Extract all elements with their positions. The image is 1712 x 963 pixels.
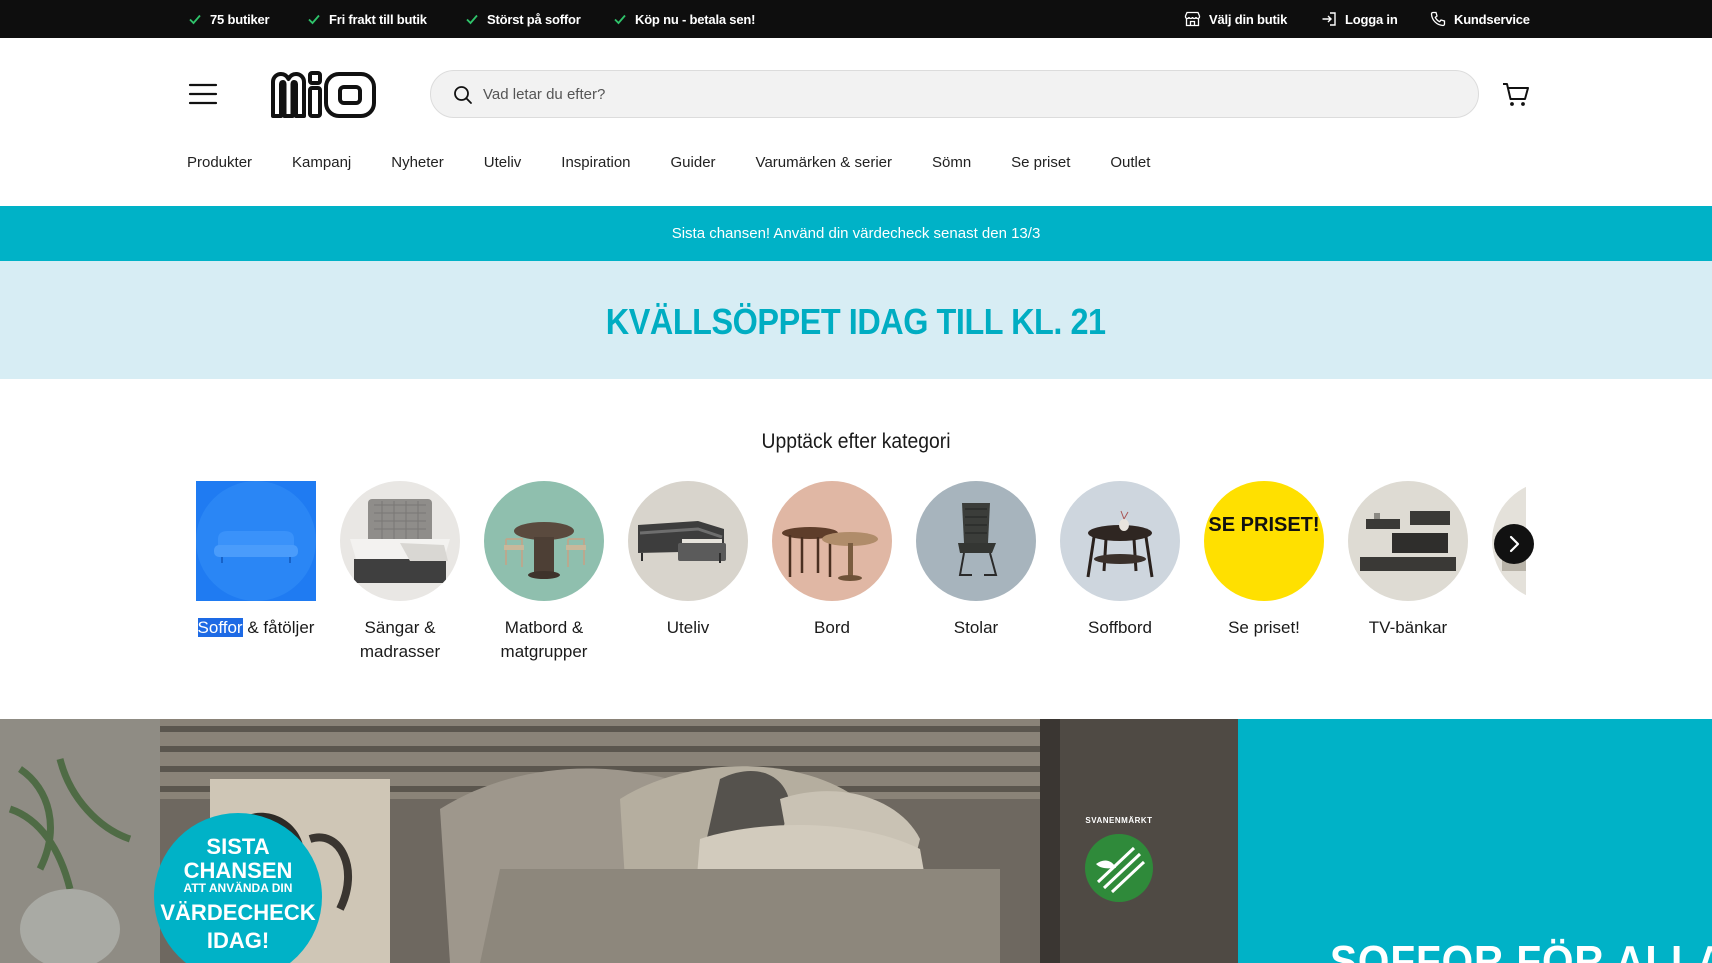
store-icon: [1184, 11, 1201, 27]
hamburger-menu-button[interactable]: [188, 80, 218, 108]
phone-icon: [1430, 11, 1446, 27]
usp-text: Köp nu - betala sen!: [635, 11, 756, 27]
category-carousel: Soffor & fåtöljer Sängar & madrasser Mat…: [194, 481, 1526, 671]
nav-item-somn[interactable]: Sömn: [932, 154, 971, 180]
cart-button[interactable]: [1500, 78, 1532, 110]
category-image: SE PRISET!: [1204, 481, 1324, 601]
category-label: Uteliv: [666, 618, 710, 637]
category-label: Soffor & fåtöljer: [194, 616, 318, 640]
category-label: Soffbord: [1088, 618, 1152, 637]
category-label: TV-bänkar: [1368, 618, 1448, 637]
category-image: [340, 481, 460, 601]
nav-item-guider[interactable]: Guider: [671, 154, 716, 180]
voucher-promo-bar[interactable]: Sista chansen! Använd din värdecheck sen…: [0, 206, 1712, 261]
svanen-eco-label: SVANENMÄRKT: [1082, 816, 1156, 904]
top-bar: 75 butiker Fri frakt till butik Störst p…: [0, 0, 1712, 38]
usp-pay-later: Köp nu - betala sen!: [613, 0, 755, 38]
hero-text-panel[interactable]: SOFFOR FÖR ALLA: [1238, 719, 1712, 963]
evening-opening-band[interactable]: KVÄLLSÖPPET IDAG TILL KL. 21: [0, 261, 1712, 379]
eco-label-icon: [1085, 834, 1153, 902]
customer-service-label: Kundservice: [1454, 11, 1530, 27]
menu-icon: [188, 83, 218, 105]
badge-line-3: VÄRDECHECK IDAG!: [160, 900, 316, 953]
check-icon: [308, 14, 320, 25]
check-icon: [466, 14, 478, 25]
outdoor-sofa-image: [628, 481, 748, 601]
category-label: Stolar: [953, 618, 999, 637]
category-image: [916, 481, 1036, 601]
chevron-right-icon: [1509, 535, 1520, 553]
chair-image: [916, 481, 1036, 601]
nav-item-produkter[interactable]: Produkter: [187, 154, 252, 180]
eco-label-text: SVANENMÄRKT: [1085, 816, 1153, 825]
cart-icon: [1503, 83, 1529, 106]
nav-item-outlet[interactable]: Outlet: [1110, 154, 1150, 180]
category-label: F: [1490, 616, 1526, 640]
choose-store-label: Välj din butik: [1209, 11, 1288, 27]
login-link[interactable]: Logga in: [1321, 0, 1398, 38]
category-image: [772, 481, 892, 601]
mio-logo-mark: [271, 71, 376, 118]
category-chairs[interactable]: Stolar: [914, 481, 1038, 640]
tv-bench-image: [1348, 481, 1468, 601]
selected-text: Soffor: [197, 618, 243, 637]
category-image: [1348, 481, 1468, 601]
category-tv-benches[interactable]: TV-bänkar: [1346, 481, 1470, 640]
category-beds[interactable]: Sängar & madrasser: [338, 481, 462, 664]
category-label: Bord: [814, 618, 850, 637]
nav-item-inspiration[interactable]: Inspiration: [561, 154, 630, 180]
category-tables[interactable]: Bord: [770, 481, 894, 640]
label-rest: & fåtöljer: [247, 618, 315, 637]
category-label: Sängar & madrasser: [359, 618, 441, 661]
category-image: [484, 481, 604, 601]
carousel-next-button[interactable]: [1494, 524, 1534, 564]
check-icon: [189, 14, 201, 25]
category-image: [628, 481, 748, 601]
customer-service-link[interactable]: Kundservice: [1430, 0, 1530, 38]
nav-item-kampanj[interactable]: Kampanj: [292, 154, 351, 180]
login-label: Logga in: [1345, 11, 1398, 27]
mio-logo[interactable]: [269, 68, 379, 120]
category-label: Se priset!: [1228, 618, 1300, 637]
choose-store-link[interactable]: Välj din butik: [1184, 0, 1287, 38]
category-sofas[interactable]: Soffor & fåtöljer: [194, 481, 318, 640]
nav-item-nyheter[interactable]: Nyheter: [391, 154, 444, 180]
sofa-image: [196, 481, 316, 601]
usp-sofas: Störst på soffor: [465, 0, 581, 38]
category-outdoor[interactable]: Uteliv: [626, 481, 750, 640]
voucher-promo-text: Sista chansen! Använd din värdecheck sen…: [671, 225, 1041, 242]
check-icon: [614, 14, 626, 25]
badge-line-1: SISTA CHANSEN: [183, 834, 293, 883]
table-image: [772, 481, 892, 601]
nav-item-se-priset[interactable]: Se priset: [1011, 154, 1070, 180]
usp-stores: 75 butiker: [188, 0, 270, 38]
main-nav: Produkter Kampanj Nyheter Uteliv Inspira…: [187, 154, 1190, 180]
bed-image: [340, 481, 460, 601]
search-input[interactable]: [483, 71, 1443, 117]
category-section-title: Upptäck efter kategori: [761, 430, 951, 453]
nav-item-uteliv[interactable]: Uteliv: [484, 154, 522, 180]
nav-item-varumarken[interactable]: Varumärken & serier: [756, 154, 892, 180]
badge-line-2: ATT ANVÄNDA DIN: [183, 881, 293, 895]
coffee-table-image: [1060, 481, 1180, 601]
see-price-circle-text: SE PRISET!: [1208, 514, 1320, 536]
category-coffee-tables[interactable]: Soffbord: [1058, 481, 1182, 640]
usp-text: Störst på soffor: [487, 11, 581, 27]
category-see-price[interactable]: SE PRISET! Se priset!: [1202, 481, 1326, 640]
category-dining[interactable]: Matbord & matgrupper: [482, 481, 606, 664]
search-icon: [454, 86, 472, 104]
dining-set-image: [484, 481, 604, 601]
evening-opening-headline: KVÄLLSÖPPET IDAG TILL KL. 21: [606, 301, 1106, 342]
category-image: [196, 481, 316, 601]
login-icon: [1322, 12, 1336, 26]
hero-tagline: SOFFOR FÖR ALLA: [1330, 937, 1712, 963]
usp-shipping: Fri frakt till butik: [307, 0, 427, 38]
voucher-badge[interactable]: SISTA CHANSEN ATT ANVÄNDA DIN VÄRDECHECK…: [154, 813, 322, 963]
category-image: [1060, 481, 1180, 601]
category-label: Matbord & matgrupper: [500, 618, 588, 661]
search-bar[interactable]: [430, 70, 1479, 118]
usp-text: Fri frakt till butik: [329, 11, 427, 27]
usp-text: 75 butiker: [210, 11, 270, 27]
